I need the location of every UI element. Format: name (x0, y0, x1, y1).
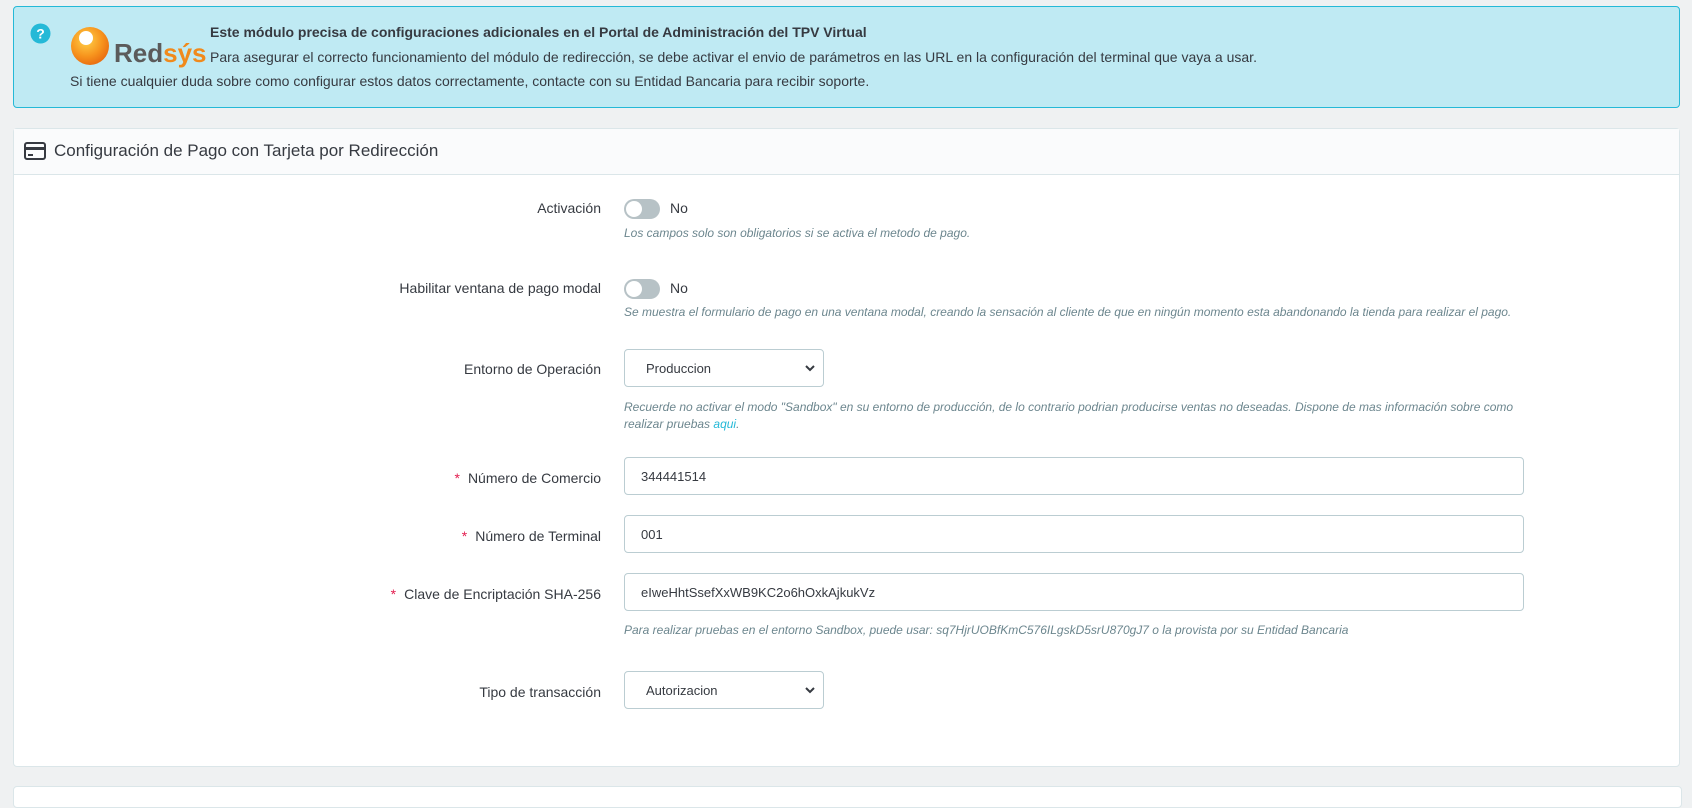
label-terminal: * Número de Terminal (461, 528, 601, 544)
help-entorno: Recuerde no activar el modo "Sandbox" en… (624, 399, 1524, 433)
credit-card-icon (24, 142, 46, 160)
required-mark: * (461, 528, 468, 544)
tipo-select[interactable]: Autorizacion (624, 671, 824, 709)
entorno-select[interactable]: Produccion (624, 349, 824, 387)
label-modal: Habilitar ventana de pago modal (399, 280, 601, 296)
panel-title: Configuración de Pago con Tarjeta por Re… (54, 141, 439, 160)
clave-input[interactable]: eIweHhtSsefXxWB9KC2o6hOxkAjkukVz (624, 573, 1524, 611)
next-panel-edge (13, 786, 1682, 808)
svg-text:?: ? (36, 26, 45, 42)
panel-header: Configuración de Pago con Tarjeta por Re… (14, 129, 1679, 175)
chevron-down-icon (805, 365, 815, 372)
activacion-toggle[interactable] (624, 199, 660, 219)
label-entorno: Entorno de Operación (464, 361, 601, 377)
help-activacion: Los campos solo son obligatorios si se a… (624, 226, 971, 240)
help-modal: Se muestra el formulario de pago en una … (624, 305, 1512, 319)
label-clave: * Clave de Encriptación SHA-256 (390, 586, 601, 602)
alert-title: Este módulo precisa de configuraciones a… (210, 24, 867, 40)
config-panel: Configuración de Pago con Tarjeta por Re… (13, 128, 1680, 767)
comercio-input[interactable]: 344441514 (624, 457, 1524, 495)
required-mark: * (454, 470, 460, 486)
entorno-selected: Produccion (646, 361, 712, 376)
activacion-value: No (670, 200, 688, 216)
redsys-logo: Redsýs (71, 27, 207, 68)
help-entorno-link[interactable]: aqui (713, 417, 736, 431)
alert-line-3: Si tiene cualquier duda sobre como confi… (70, 73, 870, 89)
help-icon: ? (30, 23, 51, 44)
tipo-selected: Autorizacion (646, 683, 718, 698)
label-tipo: Tipo de transacción (479, 684, 601, 700)
label-comercio: * Número de Comercio (454, 470, 601, 486)
modal-toggle[interactable] (624, 279, 660, 299)
terminal-input[interactable]: 001 (624, 515, 1524, 553)
modal-value: No (670, 280, 688, 296)
svg-text:Redsýs: Redsýs (114, 38, 207, 68)
alert-line-2: Para asegurar el correcto funcionamiento… (210, 49, 1257, 65)
help-entorno-line2: realizar pruebas (624, 417, 711, 431)
required-mark: * (390, 586, 397, 602)
help-clave: Para realizar pruebas en el entorno Sand… (624, 623, 1349, 637)
help-entorno-end: . (736, 417, 740, 431)
info-alert: ? Redsýs Este módulo precisa de configur… (13, 6, 1680, 108)
help-entorno-line1: Recuerde no activar el modo "Sandbox" en… (624, 400, 1514, 414)
chevron-down-icon (805, 687, 815, 694)
label-activacion: Activación (537, 200, 601, 216)
